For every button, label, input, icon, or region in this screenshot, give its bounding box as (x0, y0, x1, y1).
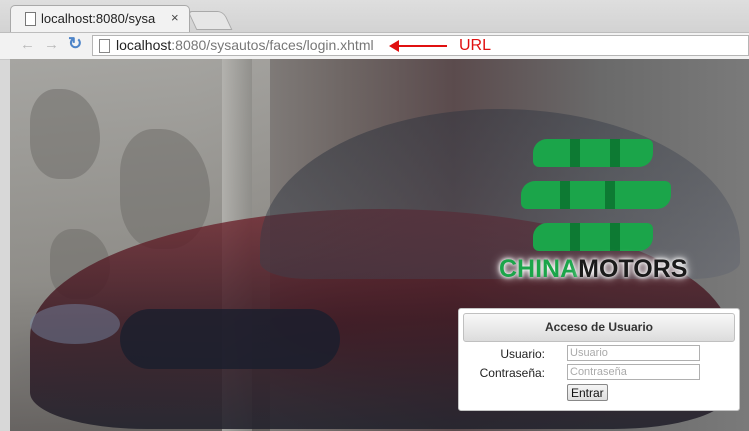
logo-stripe (610, 223, 620, 251)
logo-band (533, 223, 653, 251)
annotation-label: URL (459, 37, 492, 54)
brand-china: CHINA (499, 255, 579, 283)
password-input[interactable] (567, 364, 700, 380)
login-title: Acceso de Usuario (463, 313, 735, 342)
car-grille (120, 309, 340, 369)
tab-strip: localhost:8080/sysa × (0, 0, 749, 32)
page-icon (99, 39, 110, 53)
forward-arrow-icon[interactable]: → (44, 36, 59, 53)
url-path: :8080/sysautos/faces/login.xhtml (171, 37, 374, 53)
logo-band (521, 181, 671, 209)
logo-stripe (560, 181, 570, 209)
browser-toolbar: ← → ↻ localhost:8080/sysautos/faces/logi… (0, 32, 749, 60)
new-tab-button[interactable] (187, 11, 233, 30)
url-text[interactable]: localhost:8080/sysautos/faces/login.xhtm… (116, 37, 374, 53)
address-bar[interactable]: localhost:8080/sysautos/faces/login.xhtm… (92, 35, 749, 56)
logo-stripe (570, 223, 580, 251)
password-row: Contraseña: (459, 364, 741, 382)
password-label: Contraseña: (479, 366, 545, 380)
logo-stripe (605, 181, 615, 209)
brand-name: CHINAMOTORS (499, 255, 687, 284)
close-icon[interactable]: × (171, 10, 179, 25)
browser-tab[interactable]: localhost:8080/sysa × (10, 5, 190, 32)
tab-title: localhost:8080/sysa (41, 11, 156, 26)
logo-stripe (610, 139, 620, 167)
url-host: localhost (116, 37, 172, 53)
reload-icon[interactable]: ↻ (68, 34, 82, 54)
logo-stripe (570, 139, 580, 167)
back-arrow-icon[interactable]: ← (20, 36, 35, 53)
brand-motors: MOTORS (578, 255, 688, 283)
username-input[interactable] (567, 345, 700, 361)
login-button[interactable]: Entrar (567, 384, 608, 401)
username-row: Usuario: (459, 345, 741, 363)
annotation-arrow (393, 45, 447, 47)
username-label: Usuario: (500, 347, 545, 361)
login-panel: Acceso de Usuario Usuario: Contraseña: E… (458, 308, 740, 411)
page-background: CHINAMOTORS Acceso de Usuario Usuario: C… (10, 59, 749, 431)
car-headlight (30, 304, 120, 344)
china-motors-logo-icon (515, 129, 685, 259)
logo-band (533, 139, 653, 167)
page-icon (25, 12, 36, 26)
